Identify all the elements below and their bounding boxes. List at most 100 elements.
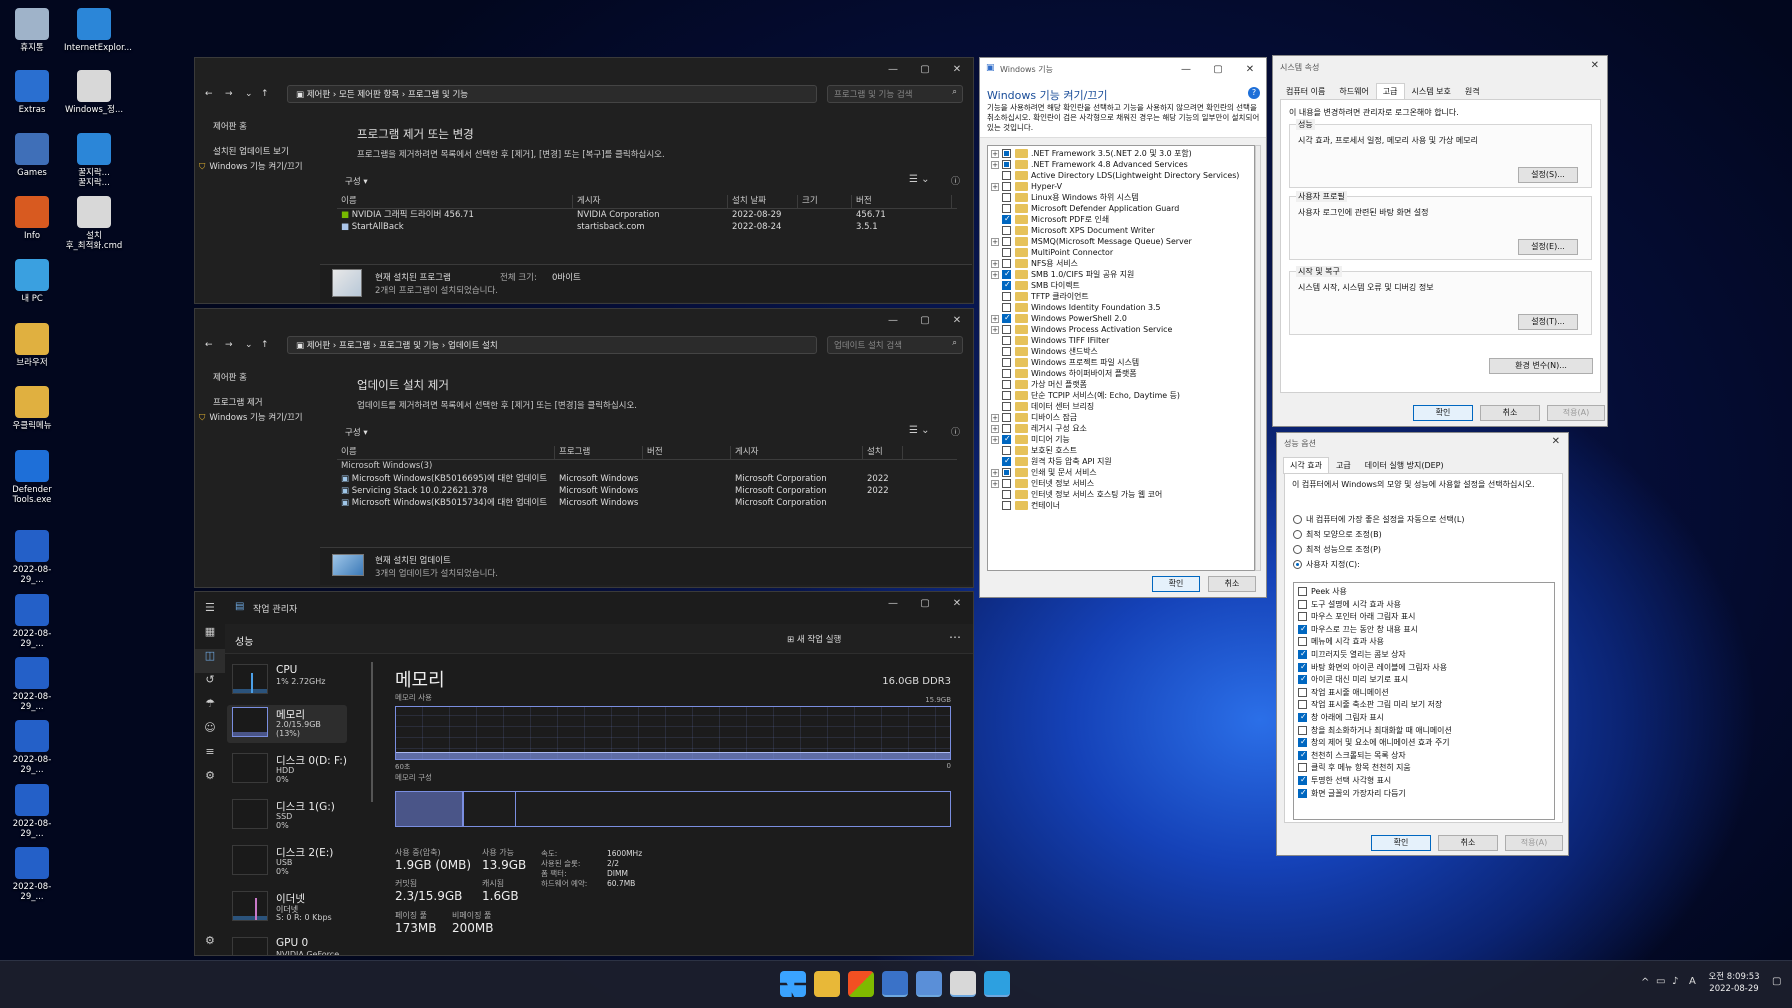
column-header[interactable]: 게시자: [731, 446, 863, 459]
feature-checkbox[interactable]: [1002, 402, 1011, 411]
feature-checkbox[interactable]: [1002, 347, 1011, 356]
maximize-icon[interactable]: ▢: [1202, 58, 1234, 80]
desktop-icon[interactable]: Defender Tools.exe: [2, 450, 62, 505]
hamburger-icon[interactable]: ☰: [205, 601, 215, 614]
feature-item[interactable]: + Hyper-V: [991, 181, 1251, 192]
table-row[interactable]: ▣ Microsoft Windows(KB5015734)에 대한 업데이트 M…: [337, 497, 957, 509]
feature-checkbox[interactable]: [1002, 446, 1011, 455]
tab[interactable]: 고급: [1329, 457, 1358, 474]
close-icon[interactable]: ✕: [941, 592, 973, 614]
tab[interactable]: 데이터 실행 방지(DEP): [1358, 457, 1451, 474]
feature-checkbox[interactable]: [1002, 292, 1011, 301]
option-checkbox[interactable]: [1298, 687, 1307, 697]
feature-item[interactable]: +데이터 센터 브리징: [991, 401, 1251, 412]
visual-effect-option[interactable]: 도구 설명에 시각 효과 사용: [1298, 599, 1550, 612]
forward-icon[interactable]: →: [225, 89, 233, 99]
expand-icon[interactable]: +: [991, 182, 999, 191]
settings-button[interactable]: 설정(S)...: [1518, 167, 1578, 183]
feature-item[interactable]: +가상 머신 플랫폼: [991, 379, 1251, 390]
option-checkbox[interactable]: [1298, 637, 1307, 647]
minimize-icon[interactable]: —: [877, 592, 909, 614]
option-checkbox[interactable]: [1298, 700, 1307, 710]
users-icon[interactable]: ☺: [195, 721, 225, 745]
option-checkbox[interactable]: [1298, 774, 1307, 787]
feature-checkbox[interactable]: [1002, 358, 1011, 367]
visual-effect-option[interactable]: 메뉴에 시각 효과 사용: [1298, 636, 1550, 649]
performance-icon[interactable]: ◫: [195, 649, 225, 673]
forward-icon[interactable]: →: [225, 340, 233, 350]
processes-icon[interactable]: ▦: [195, 625, 225, 649]
chevron-up-icon[interactable]: ^: [1641, 977, 1649, 988]
desktop-icon[interactable]: Windows_정...: [64, 70, 124, 115]
perf-item[interactable]: 이더넷 이더넷 S: 0 R: 0 Kbps: [227, 889, 347, 927]
desktop-icon[interactable]: 내 PC: [2, 259, 62, 304]
address-bar[interactable]: ▣ 제어판 › 프로그램 › 프로그램 및 기능 › 업데이트 설치: [287, 336, 817, 354]
feature-item[interactable]: + MSMQ(Microsoft Message Queue) Server: [991, 236, 1251, 247]
tab[interactable]: 원격: [1458, 83, 1487, 100]
feature-item[interactable]: + NFS용 서비스: [991, 258, 1251, 269]
visual-effect-option[interactable]: 아이콘 대신 미리 보기로 표시: [1298, 673, 1550, 687]
feature-checkbox[interactable]: [1002, 490, 1011, 499]
cancel-button[interactable]: 취소: [1480, 405, 1540, 421]
recent-icon[interactable]: ⌄: [245, 340, 253, 350]
left-nav-link[interactable]: 설치된 업데이트 보기: [213, 145, 303, 160]
visual-effect-option[interactable]: 투명한 선택 사각형 표시: [1298, 774, 1550, 788]
feature-checkbox[interactable]: [1002, 279, 1011, 290]
radio-button[interactable]: [1293, 515, 1302, 524]
desktop-icon[interactable]: 2022-08-29_...: [2, 657, 62, 712]
feature-item[interactable]: + Windows Process Activation Service: [991, 324, 1251, 335]
close-icon[interactable]: ✕: [941, 58, 973, 80]
new-task-button[interactable]: ⊞ 새 작업 실행: [787, 633, 841, 645]
feature-item[interactable]: +TFTP 클라이언트: [991, 291, 1251, 302]
option-checkbox[interactable]: [1298, 612, 1307, 622]
feature-item[interactable]: +Windows Identity Foundation 3.5: [991, 302, 1251, 313]
expand-icon[interactable]: +: [991, 160, 999, 169]
feature-item[interactable]: + SMB 1.0/CIFS 파일 공유 지원: [991, 268, 1251, 280]
feature-checkbox[interactable]: [1002, 468, 1011, 477]
close-icon[interactable]: ✕: [1552, 436, 1560, 447]
apply-button[interactable]: 적용(A): [1505, 835, 1563, 851]
desktop-icon[interactable]: 2022-08-29_...: [2, 784, 62, 839]
feature-item[interactable]: +인터넷 정보 서비스 호스팅 가능 웹 코어: [991, 489, 1251, 500]
desktop-icon[interactable]: 꿀지락... 꿀지락...: [64, 133, 124, 188]
start-icon[interactable]: [780, 971, 806, 997]
option-checkbox[interactable]: [1298, 599, 1307, 609]
feature-checkbox[interactable]: [1002, 479, 1011, 488]
visual-effect-option[interactable]: 화면 글꼴의 가장자리 다듬기: [1298, 787, 1550, 801]
desktop-icon[interactable]: Games: [2, 133, 62, 178]
left-nav-link[interactable]: 제어판 홈: [213, 120, 303, 135]
feature-item[interactable]: + 인터넷 정보 서비스: [991, 478, 1251, 489]
expand-icon[interactable]: +: [991, 270, 999, 279]
left-nav-link[interactable]: ⛉ Windows 기능 켜기/끄기: [199, 411, 303, 426]
column-header[interactable]: 이름: [337, 446, 555, 459]
column-header[interactable]: 크기: [798, 195, 852, 208]
environment-variables-button[interactable]: 환경 변수(N)...: [1489, 358, 1593, 374]
input-language[interactable]: A: [1689, 976, 1696, 987]
view-icon[interactable]: ☰ ⌄: [909, 425, 930, 436]
preset-radio[interactable]: 사용자 지정(C):: [1293, 559, 1360, 570]
ok-button[interactable]: 확인: [1152, 576, 1200, 592]
option-checkbox[interactable]: [1298, 661, 1307, 673]
help-icon[interactable]: ⓘ: [951, 425, 960, 438]
feature-checkbox[interactable]: [1002, 268, 1011, 279]
expand-icon[interactable]: +: [991, 314, 999, 323]
table-row[interactable]: ▣ Microsoft Windows(KB5016695)에 대한 업데이트 M…: [337, 473, 957, 485]
feature-checkbox[interactable]: [1002, 413, 1011, 422]
expand-icon[interactable]: +: [991, 468, 999, 477]
close-icon[interactable]: ✕: [941, 309, 973, 331]
organize-button[interactable]: 구성 ▾: [345, 175, 368, 187]
feature-item[interactable]: +원격 차등 압축 API 지원: [991, 455, 1251, 467]
table-row[interactable]: ■ StartAllBack startisback.com 2022-08-24 3…: [337, 221, 957, 233]
feature-checkbox[interactable]: [1002, 171, 1011, 180]
radio-button[interactable]: [1293, 560, 1302, 569]
option-checkbox[interactable]: [1298, 648, 1307, 661]
visual-effect-option[interactable]: 마우스 포인터 아래 그림자 표시: [1298, 611, 1550, 624]
feature-item[interactable]: + 인쇄 및 문서 서비스: [991, 467, 1251, 478]
feature-item[interactable]: +MultiPoint Connector: [991, 247, 1251, 258]
desktop-icon[interactable]: 휴지통: [2, 8, 62, 53]
option-checkbox[interactable]: [1298, 623, 1307, 635]
file-explorer-icon[interactable]: [814, 971, 840, 997]
desktop-icon[interactable]: 브라우저: [2, 323, 62, 368]
task-manager-icon[interactable]: [916, 971, 942, 997]
store-icon[interactable]: [848, 971, 874, 997]
